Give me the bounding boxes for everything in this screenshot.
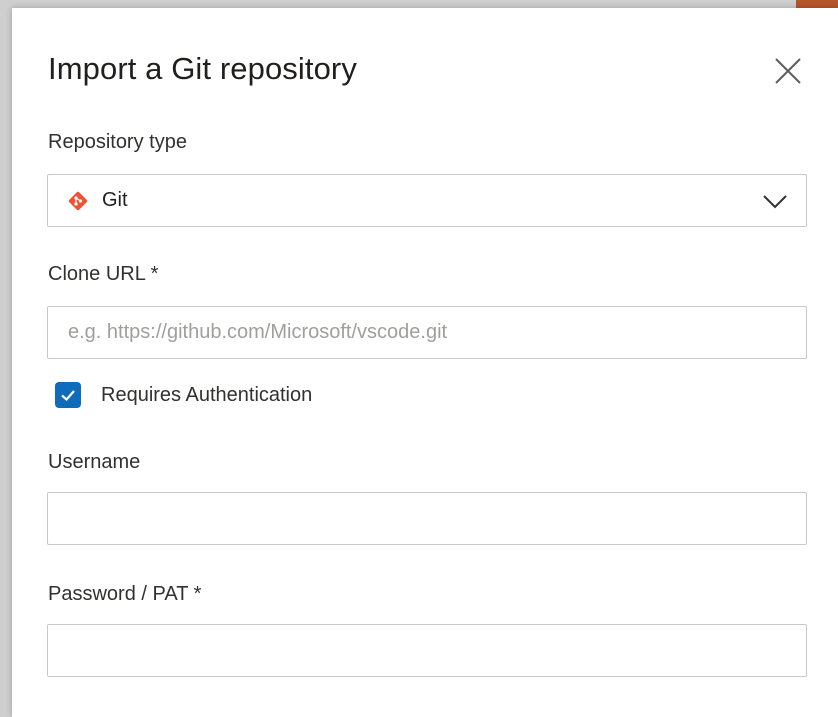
backdrop-accent bbox=[796, 0, 838, 8]
checkbox-checked-icon bbox=[55, 382, 81, 408]
import-repository-dialog: Import a Git repository Repository type … bbox=[12, 8, 838, 717]
repository-type-label: Repository type bbox=[48, 131, 187, 153]
repository-type-dropdown[interactable]: Git bbox=[47, 174, 807, 227]
requires-authentication-label: Requires Authentication bbox=[101, 383, 313, 406]
close-button[interactable] bbox=[768, 51, 808, 91]
repository-type-value: Git bbox=[102, 189, 128, 211]
clone-url-input[interactable] bbox=[47, 306, 807, 359]
password-input[interactable] bbox=[47, 624, 807, 677]
close-icon bbox=[775, 58, 801, 84]
username-label: Username bbox=[48, 451, 141, 473]
requires-authentication-checkbox[interactable]: Requires Authentication bbox=[55, 382, 312, 408]
chevron-down-icon bbox=[763, 195, 787, 209]
git-logo-icon bbox=[66, 189, 90, 213]
password-label: Password / PAT * bbox=[48, 583, 202, 605]
username-input[interactable] bbox=[47, 492, 807, 545]
clone-url-label: Clone URL * bbox=[48, 263, 159, 285]
dialog-title: Import a Git repository bbox=[48, 51, 357, 86]
